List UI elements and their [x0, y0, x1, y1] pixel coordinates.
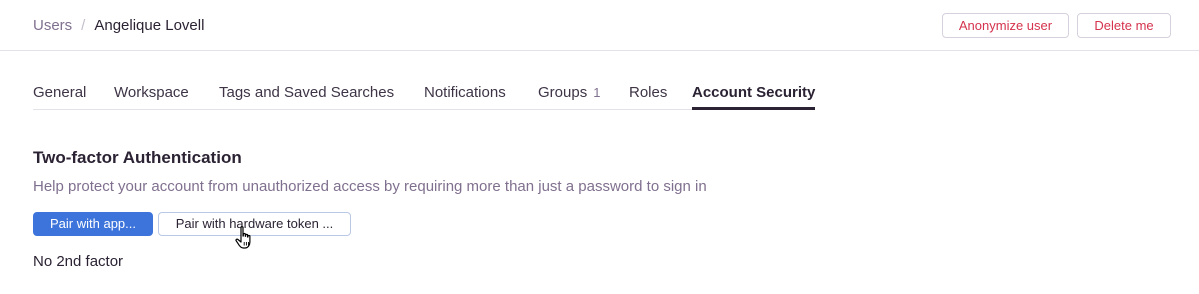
settings-tabs: General Workspace Tags and Saved Searche…	[33, 82, 816, 110]
tab-tags-and-saved-searches[interactable]: Tags and Saved Searches	[219, 82, 394, 110]
tab-label: Workspace	[114, 84, 189, 101]
tab-account-security[interactable]: Account Security	[692, 82, 816, 110]
tab-groups[interactable]: Groups 1	[538, 82, 600, 110]
tab-roles[interactable]: Roles	[629, 82, 667, 110]
breadcrumb-current-user: Angelique Lovell	[94, 17, 205, 34]
pair-with-app-button[interactable]: Pair with app...	[33, 212, 153, 236]
page-header: Users / Angelique Lovell Anonymize user De…	[0, 0, 1199, 51]
tab-label: General	[33, 84, 87, 101]
two-factor-status: No 2nd factor	[33, 253, 124, 270]
hand-pointer-icon	[235, 226, 251, 249]
breadcrumb-users-link[interactable]: Users	[33, 17, 72, 34]
tab-label: Roles	[629, 84, 668, 101]
tab-notifications[interactable]: Notifications	[424, 82, 506, 110]
tab-label: Account Security	[692, 84, 816, 101]
section-description: Help protect your account from unauthori…	[33, 178, 707, 195]
tab-workspace[interactable]: Workspace	[114, 82, 189, 110]
tab-general[interactable]: General	[33, 82, 86, 110]
delete-user-button[interactable]: Delete me	[1077, 13, 1171, 38]
anonymize-user-button[interactable]: Anonymize user	[942, 13, 1069, 38]
breadcrumb-separator: /	[81, 17, 86, 34]
groups-count-badge: 1	[593, 85, 601, 100]
tab-label: Notifications	[424, 84, 506, 101]
breadcrumb: Users / Angelique Lovell	[33, 16, 204, 36]
tab-label: Groups	[538, 84, 588, 101]
tab-label: Tags and Saved Searches	[219, 84, 395, 101]
section-title: Two-factor Authentication	[33, 148, 242, 167]
